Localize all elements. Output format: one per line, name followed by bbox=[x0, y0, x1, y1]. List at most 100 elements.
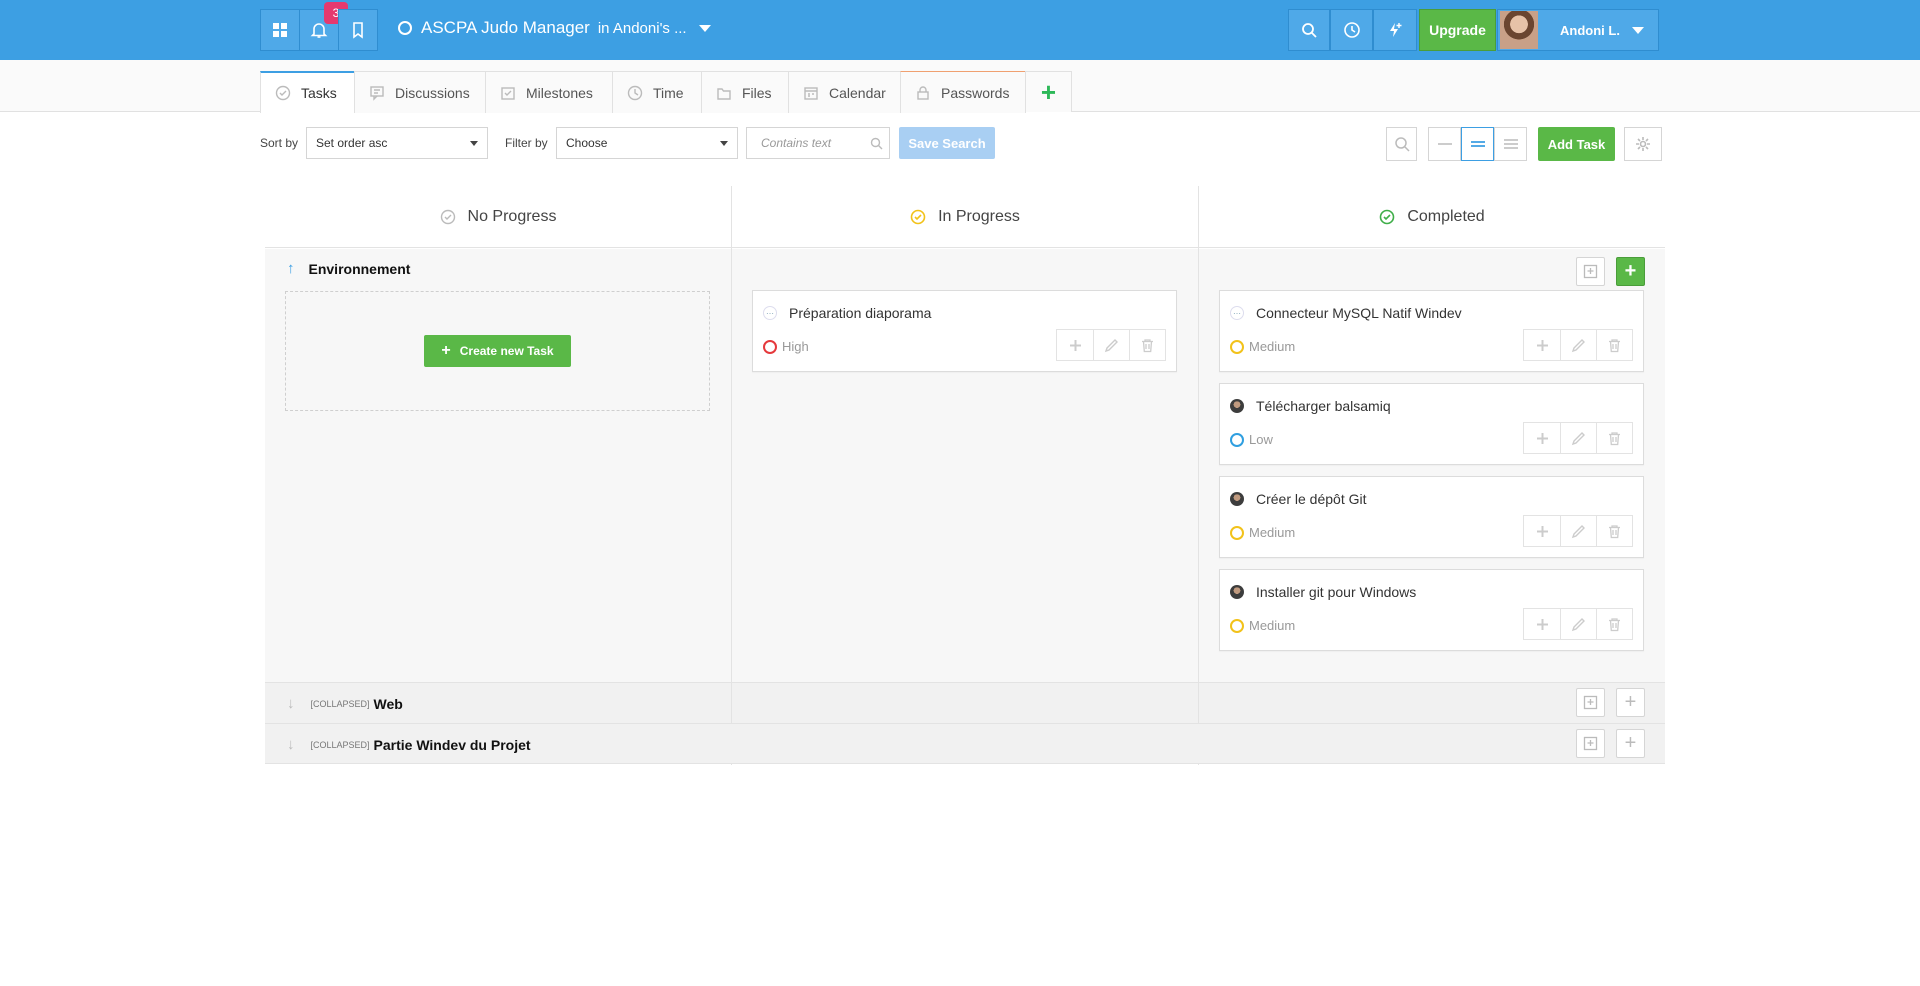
import-task-button[interactable] bbox=[1576, 688, 1605, 717]
import-task-button[interactable] bbox=[1576, 257, 1605, 286]
add-task-to-lane-button[interactable]: + bbox=[1616, 688, 1645, 717]
priority-label: Medium bbox=[1249, 618, 1296, 633]
expanded-view-button[interactable] bbox=[1494, 127, 1527, 161]
board-search-button[interactable] bbox=[1386, 127, 1417, 161]
delete-button[interactable] bbox=[1596, 423, 1632, 453]
add-task-button[interactable]: Add Task bbox=[1538, 127, 1615, 161]
collapsed-tag: [COLLAPSED] bbox=[310, 698, 370, 709]
edit-button[interactable] bbox=[1560, 330, 1596, 360]
tab-milestones[interactable]: Milestones bbox=[485, 71, 613, 113]
quick-add-button[interactable] bbox=[1373, 9, 1417, 51]
tab-label: Discussions bbox=[395, 84, 470, 101]
sort-label: Sort by bbox=[260, 136, 299, 150]
chevron-down-icon bbox=[698, 24, 711, 32]
search-button[interactable] bbox=[1288, 9, 1330, 51]
avatar bbox=[1230, 585, 1244, 599]
filter-select[interactable]: Choose bbox=[556, 127, 738, 159]
delete-button[interactable] bbox=[1596, 516, 1632, 546]
add-tab-button[interactable]: + bbox=[1025, 71, 1072, 112]
apps-grid-button[interactable] bbox=[260, 9, 300, 51]
project-context: in Andoni's ... bbox=[597, 19, 687, 37]
pencil-icon bbox=[1571, 338, 1585, 352]
add-subtask-button[interactable] bbox=[1524, 516, 1560, 546]
settings-button[interactable] bbox=[1624, 127, 1662, 161]
tab-discussions[interactable]: Discussions bbox=[354, 71, 486, 113]
tab-label: Tasks bbox=[301, 85, 337, 101]
plus-icon bbox=[1536, 525, 1548, 537]
save-search-button[interactable]: Save Search bbox=[899, 127, 995, 159]
delete-button[interactable] bbox=[1596, 609, 1632, 639]
tab-label: Passwords bbox=[941, 84, 1010, 101]
priority: Low bbox=[1230, 432, 1273, 447]
grid-icon bbox=[273, 23, 287, 37]
tab-time[interactable]: Time bbox=[612, 71, 702, 113]
bookmarks-button[interactable] bbox=[338, 9, 378, 51]
check-circle-icon bbox=[910, 209, 926, 224]
priority-ring-icon bbox=[1230, 432, 1244, 447]
trash-icon bbox=[1609, 617, 1620, 631]
search-placeholder: Contains text bbox=[761, 136, 832, 150]
check-circle-icon bbox=[440, 209, 455, 224]
arrow-up-icon: ↑ bbox=[287, 260, 295, 277]
task-title: Connecteur MySQL Natif Windev bbox=[1256, 305, 1462, 321]
lane-collapsed[interactable] bbox=[265, 682, 1665, 723]
lane-header[interactable]: ↑ Environnement bbox=[287, 260, 410, 277]
task-actions bbox=[1523, 422, 1633, 454]
task-card[interactable]: Installer git pour Windows Medium bbox=[1219, 569, 1644, 651]
add-subtask-button[interactable] bbox=[1524, 423, 1560, 453]
add-subtask-button[interactable] bbox=[1057, 330, 1093, 360]
task-card[interactable]: Télécharger balsamiq Low bbox=[1219, 383, 1644, 465]
edit-button[interactable] bbox=[1560, 609, 1596, 639]
task-card[interactable]: ⋯ Connecteur MySQL Natif Windev Medium bbox=[1219, 290, 1644, 372]
delete-button[interactable] bbox=[1596, 330, 1632, 360]
priority-label: Low bbox=[1249, 432, 1273, 447]
project-selector[interactable]: ASCPA Judo Manager in Andoni's ... bbox=[398, 18, 711, 38]
tab-files[interactable]: Files bbox=[701, 71, 789, 113]
priority-label: Medium bbox=[1249, 525, 1296, 540]
delete-button[interactable] bbox=[1129, 330, 1165, 360]
unassigned-icon: ⋯ bbox=[763, 306, 777, 320]
trash-icon bbox=[1609, 431, 1620, 445]
pencil-icon bbox=[1571, 617, 1585, 631]
add-task-to-lane-button[interactable]: + bbox=[1616, 257, 1645, 286]
timer-button[interactable] bbox=[1330, 9, 1373, 51]
add-task-to-lane-button[interactable]: + bbox=[1616, 729, 1645, 758]
edit-button[interactable] bbox=[1560, 423, 1596, 453]
user-name: Andoni L. bbox=[1560, 22, 1620, 38]
search-input[interactable]: Contains text bbox=[746, 127, 890, 159]
add-subtask-button[interactable] bbox=[1524, 609, 1560, 639]
import-icon bbox=[1583, 736, 1598, 751]
tab-calendar[interactable]: Calendar bbox=[788, 71, 901, 113]
sort-select[interactable]: Set order asc bbox=[306, 127, 488, 159]
search-icon bbox=[1302, 23, 1317, 38]
edit-button[interactable] bbox=[1093, 330, 1129, 360]
tab-tasks[interactable]: Tasks bbox=[260, 71, 355, 113]
normal-view-button[interactable] bbox=[1461, 127, 1494, 161]
discussion-icon bbox=[370, 85, 384, 101]
lane-header[interactable]: ↓ [COLLAPSED] Web bbox=[287, 695, 403, 712]
check-circle-icon bbox=[275, 85, 291, 101]
filter-label: Filter by bbox=[505, 136, 548, 150]
user-menu[interactable]: Andoni L. bbox=[1497, 9, 1659, 51]
pencil-icon bbox=[1571, 431, 1585, 445]
compact-view-button[interactable] bbox=[1428, 127, 1461, 161]
add-subtask-button[interactable] bbox=[1524, 330, 1560, 360]
pencil-icon bbox=[1104, 338, 1118, 352]
tab-label: Time bbox=[653, 84, 684, 101]
priority-label: High bbox=[782, 339, 809, 354]
chevron-down-icon bbox=[1631, 26, 1644, 34]
task-actions bbox=[1523, 608, 1633, 640]
plus-icon bbox=[1536, 339, 1548, 351]
edit-button[interactable] bbox=[1560, 516, 1596, 546]
unassigned-icon: ⋯ bbox=[1230, 306, 1244, 320]
upgrade-button[interactable]: Upgrade bbox=[1419, 9, 1496, 51]
tab-passwords[interactable]: Passwords bbox=[900, 71, 1026, 113]
import-task-button[interactable] bbox=[1576, 729, 1605, 758]
task-card[interactable]: Créer le dépôt Git Medium bbox=[1219, 476, 1644, 558]
lane-header[interactable]: ↓ [COLLAPSED] Partie Windev du Projet bbox=[287, 736, 531, 753]
task-card[interactable]: ⋯ Préparation diaporama High bbox=[752, 290, 1177, 372]
gear-icon bbox=[1636, 137, 1650, 151]
create-task-button[interactable]: + Create new Task bbox=[424, 335, 571, 367]
task-title: Préparation diaporama bbox=[789, 305, 932, 321]
column-title: In Progress bbox=[938, 207, 1020, 225]
